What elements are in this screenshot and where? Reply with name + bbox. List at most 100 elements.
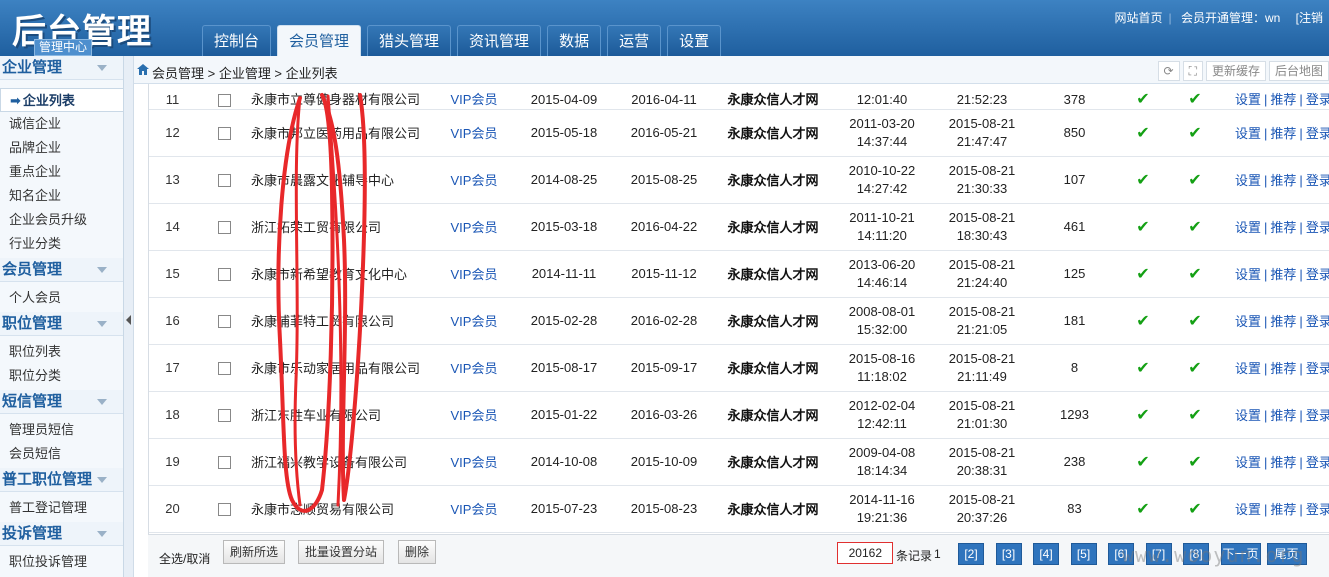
sidebar-section-5[interactable]: 投诉管理 [0, 522, 123, 546]
row-checkbox[interactable] [218, 315, 231, 329]
refresh-selected-button[interactable]: 刷新所选 [223, 540, 286, 564]
login-link[interactable]: 登录 [1306, 361, 1329, 376]
member-level[interactable]: VIP会员 [434, 344, 514, 392]
login-link[interactable]: 登录 [1306, 92, 1329, 107]
page-button[interactable]: [8] [1183, 543, 1209, 565]
recommend-link[interactable]: 推荐 [1270, 220, 1296, 235]
sidebar-item-0-0[interactable]: ➡ 企业列表 [0, 88, 123, 112]
page-button[interactable]: [2] [958, 543, 984, 565]
settings-link[interactable]: 设置 [1235, 361, 1261, 376]
company-name[interactable]: 永康市晨露文化辅导中心 [234, 156, 434, 204]
settings-link[interactable]: 设置 [1235, 92, 1261, 107]
sidebar-item-2-1[interactable]: 职位分类 [0, 364, 123, 388]
sidebar-item-0-1[interactable]: 诚信企业 [0, 112, 123, 136]
row-checkbox[interactable] [218, 93, 231, 107]
row-checkbox[interactable] [218, 456, 231, 470]
fullscreen-icon[interactable]: ⛶ [1182, 61, 1203, 81]
refresh-icon[interactable]: ⟳ [1157, 61, 1180, 81]
login-link[interactable]: 登录 [1306, 173, 1329, 188]
page-button[interactable]: [6] [1108, 543, 1134, 565]
sidebar-item-0-2[interactable]: 品牌企业 [0, 136, 123, 160]
sidebar-item-5-0[interactable]: 职位投诉管理 [0, 550, 123, 574]
member-level[interactable]: VIP会员 [434, 391, 514, 439]
page-button[interactable]: [7] [1145, 543, 1172, 565]
tab-0[interactable]: 控制台 [202, 25, 272, 56]
recommend-link[interactable]: 推荐 [1270, 92, 1296, 107]
settings-link[interactable]: 设置 [1235, 314, 1261, 329]
settings-link[interactable]: 设置 [1235, 267, 1261, 282]
select-all-toggle[interactable]: 全选/取消 [159, 550, 210, 567]
sitemap-button[interactable]: 后台地图 [1268, 61, 1329, 81]
sidebar-item-0-3[interactable]: 重点企业 [0, 160, 123, 184]
login-link[interactable]: 登录 [1306, 502, 1329, 517]
company-name[interactable]: 永康市邦立医药用品有限公司 [234, 109, 434, 157]
company-name[interactable]: 永康市新希望教育文化中心 [234, 250, 434, 298]
page-button[interactable]: [3] [995, 543, 1022, 565]
member-level[interactable]: VIP会员 [434, 203, 514, 251]
tab-3[interactable]: 资讯管理 [457, 25, 542, 56]
recommend-link[interactable]: 推荐 [1270, 502, 1296, 517]
tab-2[interactable]: 猎头管理 [367, 25, 452, 56]
recommend-link[interactable]: 推荐 [1270, 361, 1296, 376]
batch-substation-button[interactable]: 批量设置分站 [298, 540, 385, 564]
row-checkbox[interactable] [218, 362, 231, 376]
settings-link[interactable]: 设置 [1235, 126, 1261, 141]
member-level[interactable]: VIP会员 [434, 250, 514, 298]
delete-button[interactable]: 删除 [398, 540, 437, 564]
home-icon[interactable] [137, 64, 149, 75]
company-name[interactable]: 永康浦菲特工贸有限公司 [234, 297, 434, 345]
sidebar-item-0-6[interactable]: 行业分类 [0, 232, 123, 256]
sidebar-section-3[interactable]: 短信管理 [0, 390, 123, 414]
sidebar-item-3-1[interactable]: 会员短信 [0, 442, 123, 466]
recommend-link[interactable]: 推荐 [1270, 408, 1296, 423]
sidebar-item-0-5[interactable]: 企业会员升级 [0, 208, 123, 232]
recommend-link[interactable]: 推荐 [1270, 126, 1296, 141]
settings-link[interactable]: 设置 [1235, 502, 1261, 517]
refresh-cache-button[interactable]: 更新缓存 [1205, 61, 1266, 81]
page-button[interactable]: [4] [1033, 543, 1059, 565]
logout-link[interactable]: [注销 [1296, 11, 1323, 25]
next-page-button[interactable]: 下一页 [1220, 543, 1261, 565]
recommend-link[interactable]: 推荐 [1270, 173, 1296, 188]
member-level[interactable]: VIP会员 [434, 84, 514, 110]
row-checkbox[interactable] [218, 221, 231, 235]
member-level[interactable]: VIP会员 [434, 156, 514, 204]
login-link[interactable]: 登录 [1306, 267, 1329, 282]
sidebar-section-4[interactable]: 普工职位管理 [0, 468, 123, 492]
sidebar-section-2[interactable]: 职位管理 [0, 312, 123, 336]
login-link[interactable]: 登录 [1306, 314, 1329, 329]
member-level[interactable]: VIP会员 [434, 485, 514, 533]
sidebar-section-0[interactable]: 企业管理 [0, 56, 123, 80]
member-level[interactable]: VIP会员 [434, 297, 514, 345]
row-checkbox[interactable] [218, 174, 231, 188]
company-name[interactable]: 浙江拓荣工贸有限公司 [234, 203, 434, 251]
recommend-link[interactable]: 推荐 [1270, 314, 1296, 329]
sidebar-item-4-0[interactable]: 普工登记管理 [0, 496, 123, 520]
company-name[interactable]: 永康市立尊健身器材有限公司 [234, 84, 434, 110]
company-name[interactable]: 永康市乐动家居用品有限公司 [234, 344, 434, 392]
last-page-button[interactable]: 尾页 [1266, 543, 1307, 565]
tab-5[interactable]: 运营 [607, 25, 662, 56]
settings-link[interactable]: 设置 [1235, 220, 1261, 235]
settings-link[interactable]: 设置 [1235, 455, 1261, 470]
row-checkbox[interactable] [218, 409, 231, 423]
login-link[interactable]: 登录 [1306, 220, 1329, 235]
member-level[interactable]: VIP会员 [434, 109, 514, 157]
sidebar-item-0-4[interactable]: 知名企业 [0, 184, 123, 208]
login-link[interactable]: 登录 [1306, 408, 1329, 423]
member-level[interactable]: VIP会员 [434, 438, 514, 486]
sidebar-item-1-0[interactable]: 个人会员 [0, 286, 123, 310]
sidebar-item-3-0[interactable]: 管理员短信 [0, 418, 123, 442]
site-home-link[interactable]: 网站首页 [1114, 11, 1162, 25]
page-button[interactable]: [5] [1070, 543, 1097, 565]
company-name[interactable]: 永康市志顺贸易有限公司 [234, 485, 434, 533]
company-name[interactable]: 浙江福兴教学设备有限公司 [234, 438, 434, 486]
sidebar-section-1[interactable]: 会员管理 [0, 258, 123, 282]
sidebar-item-2-0[interactable]: 职位列表 [0, 340, 123, 364]
row-checkbox[interactable] [218, 268, 231, 282]
settings-link[interactable]: 设置 [1235, 408, 1261, 423]
settings-link[interactable]: 设置 [1235, 173, 1261, 188]
row-checkbox[interactable] [218, 503, 231, 517]
tab-6[interactable]: 设置 [667, 25, 722, 56]
row-checkbox[interactable] [218, 127, 231, 141]
